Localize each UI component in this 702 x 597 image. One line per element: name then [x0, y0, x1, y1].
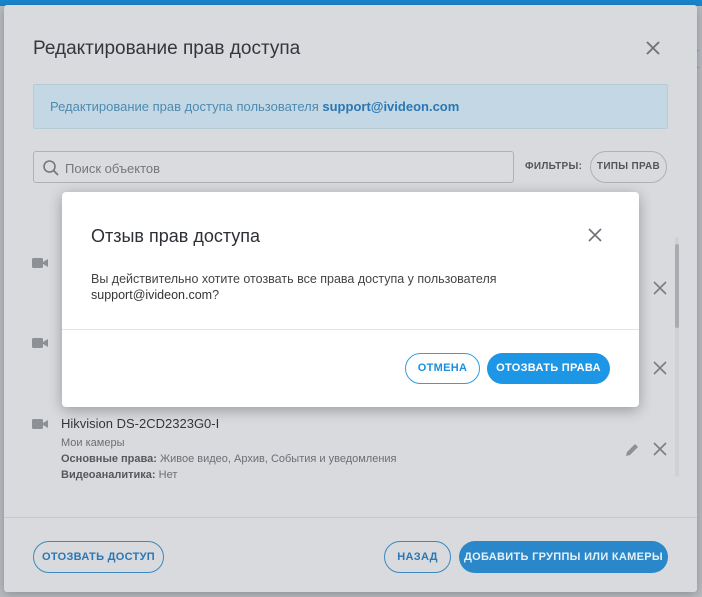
confirm-divider [62, 329, 639, 330]
remove-icon[interactable] [652, 441, 668, 457]
banner-text: Редактирование прав доступа пользователя [50, 99, 323, 114]
analytics-label: Видеоаналитика: [61, 469, 156, 481]
rights-label: Основные права: [61, 453, 157, 465]
footer-divider [4, 517, 697, 518]
rights-types-button[interactable]: ТИПЫ ПРАВ [590, 151, 667, 183]
revoke-access-button[interactable]: ОТОЗВАТЬ ДОСТУП [33, 541, 164, 573]
banner-user: support@ivideon.com [322, 99, 460, 114]
rights-value: Живое видео, Архив, События и уведомлени… [156, 453, 397, 465]
add-groups-button[interactable]: ДОБАВИТЬ ГРУППЫ ИЛИ КАМЕРЫ [459, 541, 668, 573]
camera-icon [32, 258, 48, 268]
confirm-title: Отзыв прав доступа [91, 226, 261, 246]
back-button[interactable]: НАЗАД [384, 541, 451, 573]
device-rights: Основные права: Живое видео, Архив, Собы… [61, 453, 397, 465]
filters-label: ФИЛЬТРЫ: [525, 161, 583, 172]
search-input[interactable] [65, 158, 495, 178]
device-analytics: Видеоаналитика: Нет [61, 469, 177, 481]
revoke-rights-button[interactable]: ОТОЗВАТЬ ПРАВА [487, 353, 610, 384]
confirm-message-line: Вы действительно хотите отозвать все пра… [91, 272, 497, 286]
camera-icon [32, 419, 48, 429]
cancel-button[interactable]: ОТМЕНА [405, 353, 480, 384]
remove-icon[interactable] [652, 360, 668, 376]
device-name: Hikvision DS-2CD2323G0-I [61, 416, 220, 431]
dialog-title: Редактирование прав доступа [33, 38, 301, 59]
search-field[interactable] [33, 151, 514, 183]
confirm-message-user: support@ivideon.com [91, 288, 213, 302]
close-icon[interactable] [644, 39, 662, 57]
analytics-value: Нет [155, 469, 178, 481]
scrollbar-thumb[interactable] [675, 244, 679, 328]
pencil-icon[interactable] [624, 442, 640, 458]
revoke-confirm-dialog: Отзыв прав доступа Вы действительно хоти… [62, 192, 639, 407]
confirm-message: Вы действительно хотите отозвать все пра… [91, 271, 611, 303]
remove-icon[interactable] [652, 280, 668, 296]
info-banner: Редактирование прав доступа пользователя… [33, 84, 668, 129]
camera-icon [32, 338, 48, 348]
device-group: Мои камеры [61, 437, 125, 449]
confirm-message-suffix: ? [212, 288, 220, 302]
search-icon [43, 160, 59, 176]
close-icon[interactable] [588, 228, 602, 242]
